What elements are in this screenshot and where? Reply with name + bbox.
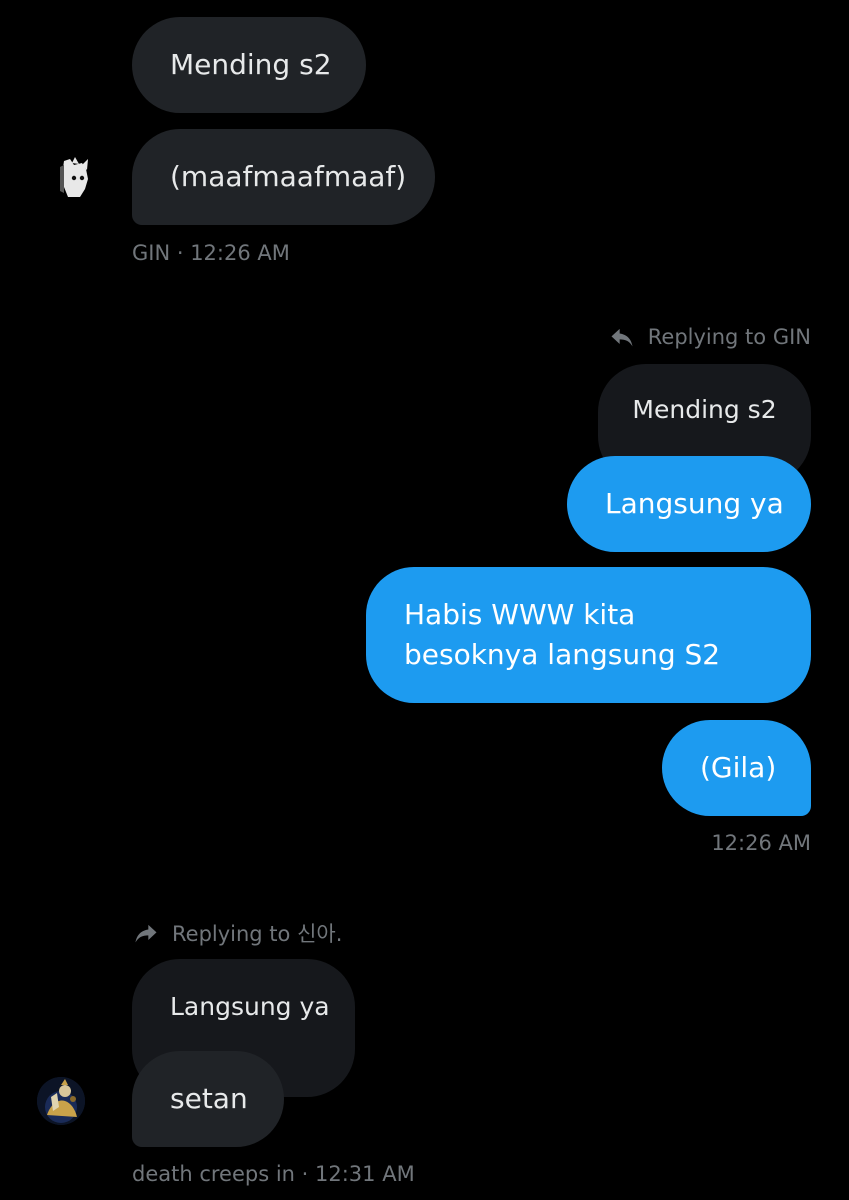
message-text: Habis WWW kita besoknya langsung S2 [404, 598, 721, 671]
replying-to-text: Replying to 신아. [172, 922, 343, 946]
message-bubble[interactable]: setan [132, 1051, 284, 1147]
quoted-message-text: Langsung ya [170, 992, 330, 1021]
replying-to-text: Replying to GIN [647, 325, 811, 349]
avatar[interactable] [37, 1077, 85, 1125]
message-text: Mending s2 [170, 48, 332, 81]
message-text: (maafmaafmaaf) [170, 160, 407, 193]
replying-to-label[interactable]: Replying to GIN [608, 323, 811, 351]
message-meta: death creeps in · 12:31 AM [132, 1162, 415, 1186]
quoted-message-text: Mending s2 [632, 395, 777, 424]
message-text: (Gila) [700, 751, 777, 784]
message-bubble[interactable]: (Gila) [662, 720, 811, 816]
avatar-image [37, 1077, 85, 1125]
replying-to-label[interactable]: Replying to 신아. [132, 918, 342, 948]
forward-arrow-icon [132, 919, 160, 947]
message-text: Langsung ya [605, 487, 784, 520]
message-text: setan [170, 1082, 248, 1115]
message-meta: 12:26 AM [711, 831, 811, 855]
message-bubble[interactable]: (maafmaafmaaf) [132, 129, 435, 225]
reply-arrow-icon [608, 323, 636, 351]
message-bubble[interactable]: Habis WWW kita besoknya langsung S2 [366, 567, 811, 703]
message-meta: GIN · 12:26 AM [132, 241, 290, 265]
avatar[interactable] [52, 153, 100, 201]
message-bubble[interactable]: Langsung ya [567, 456, 811, 552]
message-bubble[interactable]: Mending s2 [132, 17, 366, 113]
avatar-image [52, 153, 100, 201]
